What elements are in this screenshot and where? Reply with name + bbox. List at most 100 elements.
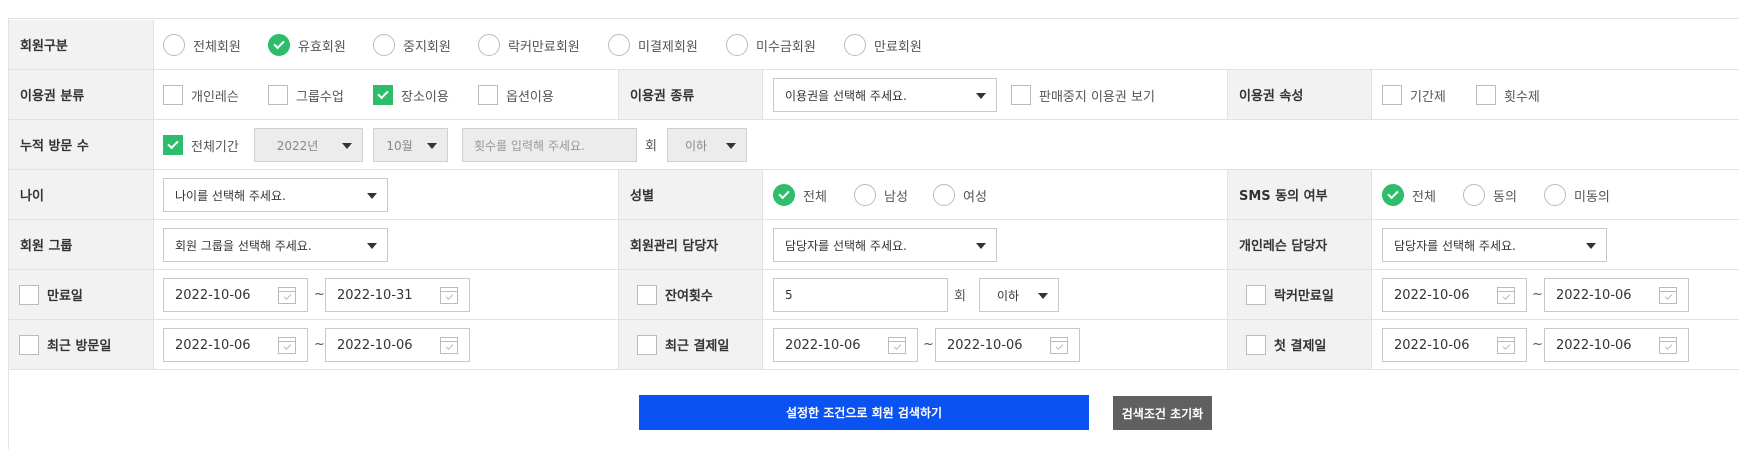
radio-label: 전체회원 xyxy=(193,39,241,55)
last-visit-label-cell: 최근 방문일 xyxy=(9,320,154,369)
member-group-select[interactable]: 회원 그룹을 선택해 주세요. xyxy=(163,228,388,262)
radio-membership-valid[interactable]: 유효회원 xyxy=(268,33,346,57)
locker-expiry-from-date[interactable]: 2022-10-06 xyxy=(1382,278,1527,312)
first-payment-to-date[interactable]: 2022-10-06 xyxy=(1544,328,1689,362)
checkbox-checked-icon xyxy=(163,135,183,155)
check-count-pass[interactable]: 횟수제 xyxy=(1476,83,1540,107)
calendar-icon[interactable] xyxy=(440,337,458,354)
check-option-use[interactable]: 옵션이용 xyxy=(478,83,554,107)
radio-icon xyxy=(373,34,395,56)
check-private-lesson[interactable]: 개인레슨 xyxy=(163,83,239,107)
membership-label: 회원구분 xyxy=(9,20,154,69)
date-value: 2022-10-06 xyxy=(1394,287,1470,303)
gender-label: 성별 xyxy=(618,170,763,219)
radio-checked-icon xyxy=(773,184,795,206)
lesson-manager-select[interactable]: 담당자를 선택해 주세요. xyxy=(1382,228,1607,262)
search-button[interactable]: 설정한 조건으로 회원 검색하기 xyxy=(639,395,1089,430)
chevron-down-icon xyxy=(367,243,377,249)
calendar-icon[interactable] xyxy=(440,287,458,304)
date-value: 2022-10-06 xyxy=(1556,287,1632,303)
check-facility-use[interactable]: 장소이용 xyxy=(373,83,449,107)
last-payment-from-date[interactable]: 2022-10-06 xyxy=(773,328,918,362)
manager-select[interactable]: 담당자를 선택해 주세요. xyxy=(773,228,997,262)
checkbox-icon[interactable] xyxy=(19,284,39,305)
checkbox-icon[interactable] xyxy=(637,284,657,305)
checkbox-icon[interactable] xyxy=(19,334,39,355)
last-visit-to-date[interactable]: 2022-10-06 xyxy=(325,328,470,362)
last-payment-to-date[interactable]: 2022-10-06 xyxy=(935,328,1080,362)
chevron-down-icon xyxy=(976,93,986,99)
radio-gender-female[interactable]: 여성 xyxy=(933,183,987,207)
calendar-icon[interactable] xyxy=(888,337,906,354)
checkbox-icon[interactable] xyxy=(1246,334,1266,355)
radio-sms-agree[interactable]: 동의 xyxy=(1463,183,1517,207)
radio-sms-disagree[interactable]: 미동의 xyxy=(1544,183,1610,207)
calendar-icon[interactable] xyxy=(278,287,296,304)
visit-condition-select[interactable]: 이하 xyxy=(667,128,747,162)
checkbox-label: 횟수제 xyxy=(1504,89,1540,105)
calendar-icon[interactable] xyxy=(1659,337,1677,354)
member-group-label: 회원 그룹 xyxy=(9,220,154,269)
radio-checked-icon xyxy=(1382,184,1404,206)
radio-sms-all[interactable]: 전체 xyxy=(1382,183,1436,207)
pass-attr-label: 이용권 속성 xyxy=(1227,70,1372,119)
check-all-period[interactable]: 전체기간 xyxy=(163,133,239,157)
reset-button[interactable]: 검색조건 초기화 xyxy=(1113,396,1212,430)
checkbox-icon[interactable] xyxy=(1246,284,1266,305)
radio-label: 유효회원 xyxy=(298,39,346,55)
row-age-gender: 나이 나이를 선택해 주세요. 성별 전체 남성 여성 SMS 동의 여부 전체… xyxy=(8,170,1739,220)
check-discontinued-pass[interactable]: 판매중지 이용권 보기 xyxy=(1011,83,1155,107)
month-select[interactable]: 10월 xyxy=(373,128,448,162)
radio-gender-all[interactable]: 전체 xyxy=(773,183,827,207)
pass-type-select[interactable]: 이용권을 선택해 주세요. xyxy=(773,78,997,112)
age-select[interactable]: 나이를 선택해 주세요. xyxy=(163,178,388,212)
radio-membership-expired[interactable]: 만료회원 xyxy=(844,33,922,57)
radio-checked-icon xyxy=(268,34,290,56)
radio-membership-receivable[interactable]: 미수금회원 xyxy=(726,33,816,57)
sms-label: SMS 동의 여부 xyxy=(1227,170,1372,219)
radio-membership-locker-expired[interactable]: 락커만료회원 xyxy=(478,33,580,57)
select-value: 나이를 선택해 주세요. xyxy=(175,188,286,203)
radio-label: 여성 xyxy=(963,189,987,205)
calendar-icon[interactable] xyxy=(1497,337,1515,354)
checkbox-icon[interactable] xyxy=(637,334,657,355)
check-group-class[interactable]: 그룹수업 xyxy=(268,83,344,107)
radio-gender-male[interactable]: 남성 xyxy=(854,183,908,207)
locker-expiry-to-date[interactable]: 2022-10-06 xyxy=(1544,278,1689,312)
first-payment-from-date[interactable]: 2022-10-06 xyxy=(1382,328,1527,362)
date-value: 2022-10-06 xyxy=(175,287,251,303)
radio-membership-all[interactable]: 전체회원 xyxy=(163,33,241,57)
radio-icon xyxy=(1463,184,1485,206)
radio-icon xyxy=(478,34,500,56)
date-value: 2022-10-06 xyxy=(175,337,251,353)
radio-label: 중지회원 xyxy=(403,39,451,55)
last-visit-from-date[interactable]: 2022-10-06 xyxy=(163,328,308,362)
radio-label: 전체 xyxy=(1412,189,1436,205)
expiry-label: 만료일 xyxy=(47,289,83,304)
calendar-icon[interactable] xyxy=(1659,287,1677,304)
calendar-icon[interactable] xyxy=(278,337,296,354)
check-period-pass[interactable]: 기간제 xyxy=(1382,83,1446,107)
calendar-icon[interactable] xyxy=(1050,337,1068,354)
expiry-to-date[interactable]: 2022-10-31 xyxy=(325,278,470,312)
locker-expiry-label: 락커만료일 xyxy=(1274,289,1334,304)
row-membership: 회원구분 전체회원 유효회원 중지회원 락커만료회원 미결제회원 미수금회원 만… xyxy=(8,20,1739,70)
checkbox-icon xyxy=(478,85,498,105)
radio-membership-paused[interactable]: 중지회원 xyxy=(373,33,451,57)
range-separator: ~ xyxy=(1532,337,1543,352)
expiry-label-cell: 만료일 xyxy=(9,270,154,319)
radio-membership-unpaid[interactable]: 미결제회원 xyxy=(608,33,698,57)
calendar-icon[interactable] xyxy=(1497,287,1515,304)
checkbox-label: 판매중지 이용권 보기 xyxy=(1039,89,1155,105)
remaining-label-cell: 잔여횟수 xyxy=(618,270,763,319)
select-value: 2022년 xyxy=(276,138,319,153)
visit-count-input[interactable]: 횟수를 입력해 주세요. xyxy=(462,128,637,162)
remaining-count-input[interactable]: 5 xyxy=(773,278,948,312)
expiry-from-date[interactable]: 2022-10-06 xyxy=(163,278,308,312)
radio-icon xyxy=(933,184,955,206)
range-separator: ~ xyxy=(314,337,325,352)
radio-label: 미결제회원 xyxy=(638,39,698,55)
year-select[interactable]: 2022년 xyxy=(254,128,363,162)
remaining-condition-select[interactable]: 이하 xyxy=(979,278,1059,312)
checkbox-label: 개인레슨 xyxy=(191,89,239,105)
